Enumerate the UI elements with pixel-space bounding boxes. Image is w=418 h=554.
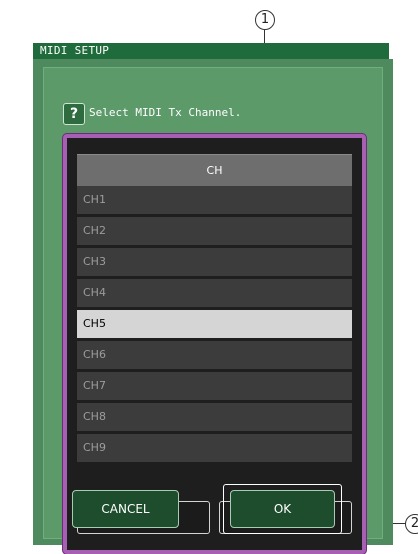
channel-item-ch5[interactable]: CH5 [77, 310, 352, 338]
dialog-panel: ? Select MIDI Tx Channel. CH CH1 CH2 CH3… [43, 67, 383, 554]
channel-list-header: CH [77, 154, 352, 186]
channel-item-ch4[interactable]: CH4 [77, 279, 352, 307]
callout-marker-2: 2 [405, 514, 418, 534]
channel-item-ch8[interactable]: CH8 [77, 403, 352, 431]
channel-item-ch6[interactable]: CH6 [77, 341, 352, 369]
midi-setup-dialog: MIDI SETUP ? Select MIDI Tx Channel. CH … [33, 43, 393, 554]
callout-marker-1: 1 [255, 10, 275, 30]
ok-button[interactable]: OK [230, 490, 335, 528]
channel-item-ch2[interactable]: CH2 [77, 217, 352, 245]
channel-item-ch7[interactable]: CH7 [77, 372, 352, 400]
channel-item-ch3[interactable]: CH3 [77, 248, 352, 276]
cancel-button[interactable]: CANCEL [72, 490, 179, 528]
channel-item-ch9[interactable]: CH9 [77, 434, 352, 462]
channel-list: CH1 CH2 CH3 CH4 CH5 CH6 CH7 CH8 CH9 [77, 186, 352, 465]
dialog-title: MIDI SETUP [40, 44, 110, 57]
titlebar-accent [389, 43, 393, 59]
dialog-titlebar: MIDI SETUP [33, 43, 393, 59]
channel-item-ch1[interactable]: CH1 [77, 186, 352, 214]
dialog-prompt: Select MIDI Tx Channel. [89, 106, 242, 119]
help-icon[interactable]: ? [63, 103, 85, 125]
